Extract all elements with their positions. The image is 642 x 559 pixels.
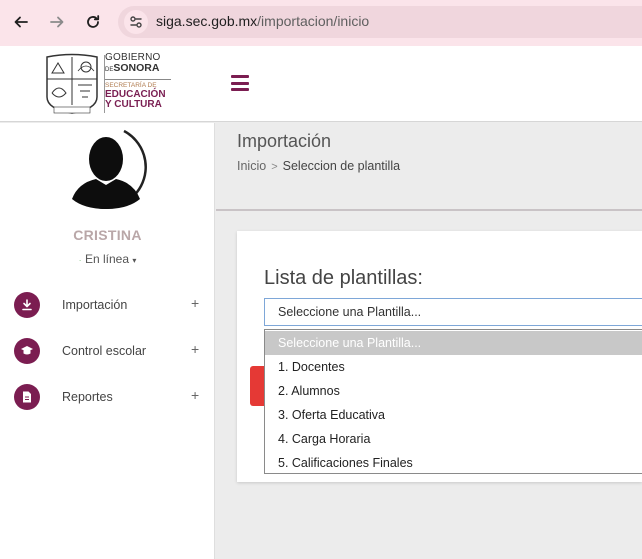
select-current-value: Seleccione una Plantilla... (278, 305, 422, 319)
dropdown-option[interactable]: 3. Oferta Educativa (265, 403, 642, 427)
sidebar-item-control-escolar[interactable]: Control escolar + (14, 337, 204, 365)
sidebar-item-label: Control escolar (62, 344, 147, 358)
download-icon (14, 292, 40, 318)
hamburger-icon[interactable] (231, 75, 249, 91)
state-seal-icon (46, 53, 98, 114)
online-dot-icon: · (78, 255, 82, 265)
breadcrumb: Inicio > Seleccion de plantilla (237, 159, 400, 173)
forward-arrow-icon[interactable] (44, 9, 70, 35)
site-settings-icon[interactable] (124, 10, 148, 34)
back-arrow-icon[interactable] (8, 9, 34, 35)
page-title: Importación (237, 131, 332, 151)
sonora-logo[interactable]: GOBIERNO DESONORA SECRETARÍA DE EDUCACIÓ… (44, 53, 174, 117)
caret-down-icon: ▾ (132, 256, 137, 265)
action-button[interactable] (250, 366, 264, 406)
logo-wordmark: GOBIERNO DESONORA SECRETARÍA DE EDUCACIÓ… (105, 53, 175, 110)
template-select[interactable]: Seleccione una Plantilla... (264, 298, 642, 326)
expand-plus-icon: + (191, 295, 200, 311)
sidebar-item-label: Importación (62, 298, 128, 312)
breadcrumb-separator-icon: > (271, 161, 278, 173)
expand-plus-icon: + (191, 387, 200, 403)
sidebar-item-reportes[interactable]: Reportes + (14, 383, 204, 411)
user-status-dropdown[interactable]: · En línea ▾ (0, 252, 215, 266)
url-text[interactable]: siga.sec.gob.mx/importacion/inicio (156, 13, 369, 29)
user-status-label: En línea (84, 252, 130, 266)
breadcrumb-current: Seleccion de plantilla (282, 159, 401, 173)
graduation-cap-icon (14, 338, 40, 364)
breadcrumb-home-link[interactable]: Inicio (237, 159, 266, 173)
dropdown-option[interactable]: Seleccione una Plantilla... (265, 331, 642, 355)
url-path: /importacion/inicio (257, 13, 370, 29)
reload-icon[interactable] (80, 9, 106, 35)
template-list-label: Lista de plantillas: (264, 267, 423, 289)
dropdown-option[interactable]: 2. Alumnos (265, 379, 642, 403)
sidebar-item-label: Reportes (62, 390, 113, 404)
user-name: CRISTINA (73, 227, 142, 243)
dropdown-option[interactable]: 4. Carga Horaria (265, 427, 642, 451)
template-dropdown-list: Seleccione una Plantilla... 1. Docentes … (264, 329, 642, 474)
document-icon (14, 384, 40, 410)
logo-line-cultura: Y CULTURA (105, 99, 162, 110)
expand-plus-icon: + (191, 341, 200, 357)
avatar[interactable] (66, 125, 154, 213)
dropdown-option[interactable]: 5. Calificaciones Finales (265, 451, 642, 475)
logo-line-sonora: DESONORA (105, 62, 160, 74)
url-host: siga.sec.gob.mx (156, 13, 258, 29)
dropdown-option[interactable]: 1. Docentes (265, 355, 642, 379)
sidebar-item-importacion[interactable]: Importación + (14, 291, 204, 319)
